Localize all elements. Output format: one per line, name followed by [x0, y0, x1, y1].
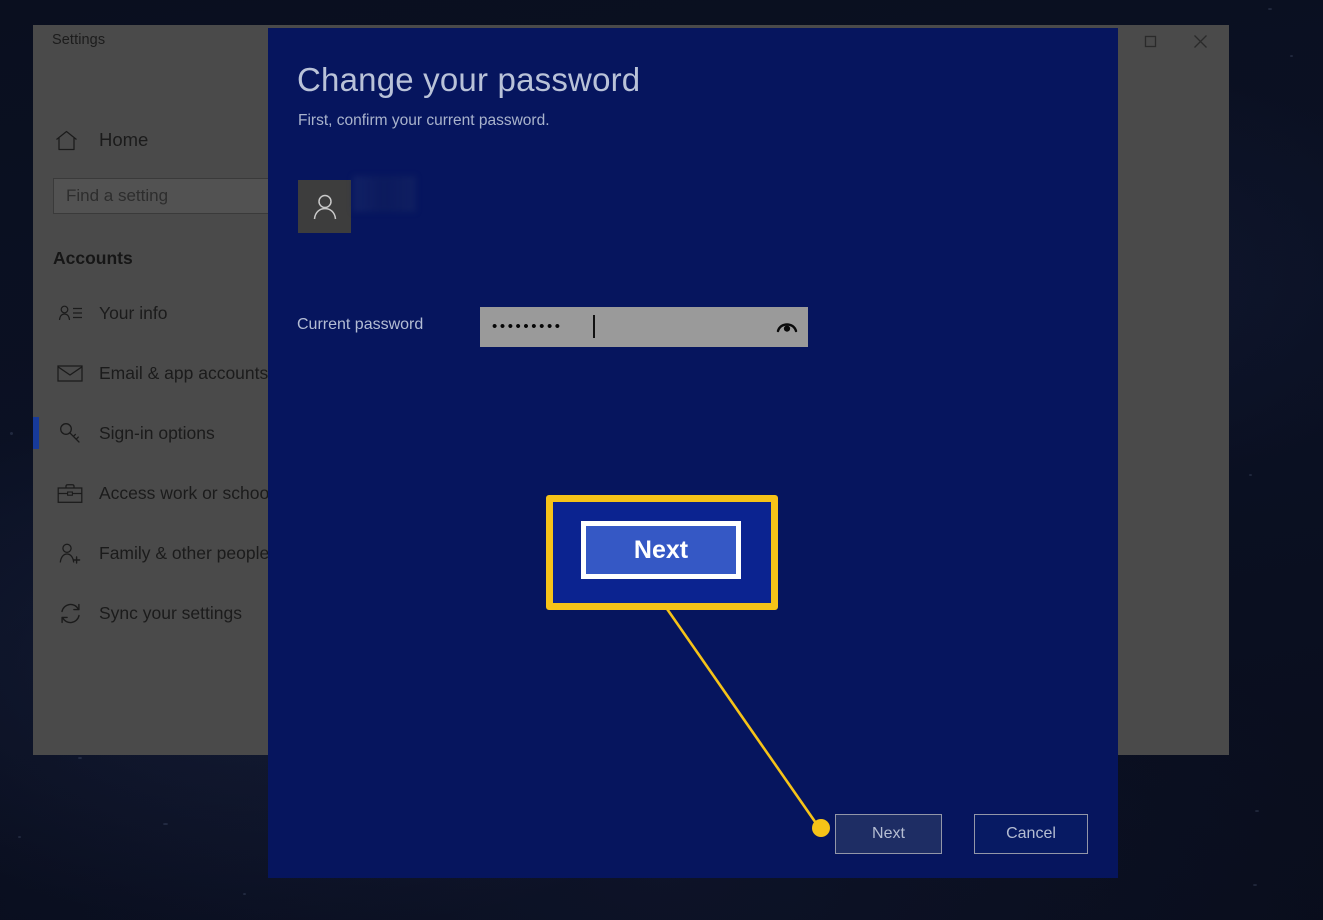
cancel-button-label: Cancel — [1006, 825, 1056, 842]
wallpaper-fleck — [243, 893, 246, 895]
sidebar-item-access-work-or-school-label: Access work or school — [99, 482, 274, 503]
cancel-button[interactable]: Cancel — [974, 814, 1088, 854]
sidebar-section-accounts: Accounts — [53, 248, 133, 268]
change-password-dialog: Change your password First, confirm your… — [268, 28, 1118, 878]
callout-next-button-label: Next — [633, 535, 689, 564]
key-icon — [53, 421, 87, 445]
user-avatar-icon — [298, 180, 351, 233]
text-caret — [593, 315, 595, 338]
home-icon — [53, 130, 79, 151]
sync-icon — [53, 601, 87, 626]
dialog-footer: Next Cancel — [268, 814, 1118, 856]
sidebar-selection-indicator — [33, 417, 39, 449]
dialog-subtitle: First, confirm your current password. — [298, 112, 550, 129]
current-password-label: Current password — [297, 316, 424, 333]
settings-window-title: Settings — [52, 32, 106, 48]
wallpaper-fleck — [1253, 884, 1257, 886]
sidebar-item-home[interactable]: Home — [53, 122, 293, 158]
password-masked-value: ••••••••• — [492, 318, 563, 335]
briefcase-icon — [53, 483, 87, 504]
sidebar-item-sign-in-options-label: Sign-in options — [99, 422, 215, 443]
wallpaper-fleck — [1290, 55, 1293, 57]
close-icon[interactable] — [1177, 25, 1223, 58]
search-placeholder: Find a setting — [66, 186, 169, 205]
sidebar-item-email-app-accounts-label: Email & app accounts — [99, 362, 269, 383]
current-password-input[interactable]: ••••••••• — [480, 307, 808, 347]
wallpaper-fleck — [10, 432, 13, 435]
sidebar-item-family-other-people-label: Family & other people — [99, 542, 270, 563]
user-add-icon — [53, 542, 87, 565]
user-card-icon — [53, 304, 87, 322]
wallpaper-fleck — [1249, 474, 1252, 476]
wallpaper-fleck — [18, 836, 21, 838]
envelope-icon — [53, 364, 87, 383]
eye-reveal-icon[interactable] — [774, 315, 800, 339]
wallpaper-fleck — [1268, 8, 1272, 10]
next-button-label: Next — [872, 825, 905, 842]
callout-highlight-box: Next — [546, 495, 778, 610]
callout-next-button: Next — [581, 521, 741, 579]
sidebar-item-sync-your-settings-label: Sync your settings — [99, 602, 242, 623]
wallpaper-fleck — [78, 757, 82, 759]
next-button[interactable]: Next — [835, 814, 942, 854]
search-input[interactable]: Find a setting — [53, 178, 297, 214]
dialog-title: Change your password — [297, 61, 641, 98]
account-name-redacted — [353, 176, 416, 212]
sidebar-item-your-info-label: Your info — [99, 302, 168, 323]
wallpaper-fleck — [1255, 810, 1259, 812]
sidebar-item-home-label: Home — [99, 129, 149, 150]
wallpaper-fleck — [163, 823, 168, 825]
maximize-icon[interactable] — [1127, 25, 1173, 58]
